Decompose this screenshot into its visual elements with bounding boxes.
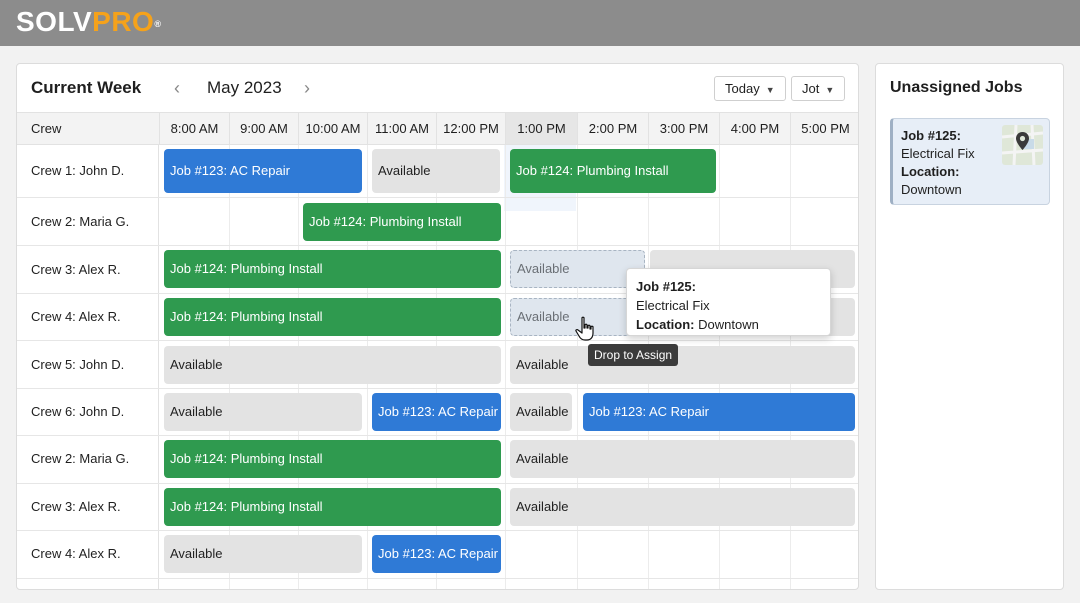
drop-target-slot[interactable]: Available bbox=[510, 250, 645, 288]
chevron-down-icon: ▼ bbox=[765, 85, 775, 95]
job-block-ac-repair[interactable]: Job #123: AC Repair bbox=[372, 393, 501, 431]
divider bbox=[17, 245, 858, 246]
map-pin-icon bbox=[1002, 125, 1043, 165]
job-block-plumbing[interactable]: Job #124: Plumbing Install bbox=[164, 298, 501, 336]
available-slot[interactable]: Available bbox=[510, 488, 855, 526]
time-header: 8:00 AM bbox=[159, 113, 229, 144]
job-block-plumbing[interactable]: Job #124: Plumbing Install bbox=[164, 250, 501, 288]
divider bbox=[505, 145, 506, 589]
today-dropdown[interactable]: Today ▼ bbox=[714, 76, 786, 101]
crew-label: Crew 2: Maria G. bbox=[31, 451, 130, 466]
divider bbox=[17, 578, 858, 579]
job-block-ac-repair[interactable]: Job #123: AC Repair bbox=[164, 149, 362, 193]
time-header: 12:00 PM bbox=[436, 113, 505, 144]
chevron-down-icon: ▼ bbox=[825, 85, 835, 95]
crew-label: Crew 1: John D. bbox=[31, 163, 125, 178]
job-block-plumbing[interactable]: Job #124: Plumbing Install bbox=[164, 440, 501, 478]
time-header: 3:00 PM bbox=[648, 113, 719, 144]
location-value: Downtown bbox=[901, 182, 962, 197]
location-label: Location: bbox=[901, 164, 960, 179]
job-block-plumbing[interactable]: Job #124: Plumbing Install bbox=[164, 488, 501, 526]
unassigned-jobs-panel: Unassigned Jobs Job #125: Electrical Fix… bbox=[875, 63, 1064, 590]
available-slot[interactable]: Available bbox=[510, 440, 855, 478]
divider bbox=[17, 197, 858, 198]
crew-label: Crew 3: Alex R. bbox=[31, 262, 121, 277]
time-header: 4:00 PM bbox=[719, 113, 790, 144]
hand-cursor-icon bbox=[575, 316, 594, 341]
crew-label: Crew 2: Maria G. bbox=[31, 214, 130, 229]
crew-label: Crew 6: John D. bbox=[31, 404, 125, 419]
time-header: 2:00 PM bbox=[577, 113, 648, 144]
available-slot[interactable]: Available bbox=[372, 149, 500, 193]
schedule-grid: Crew 8:00 AM 9:00 AM 10:00 AM 11:00 AM 1… bbox=[17, 112, 858, 589]
time-header: 5:00 PM bbox=[790, 113, 858, 144]
job-block-plumbing[interactable]: Job #124: Plumbing Install bbox=[510, 149, 716, 193]
view-dropdown[interactable]: Jot ▼ bbox=[791, 76, 846, 101]
time-header: 1:00 PM bbox=[505, 113, 577, 144]
job-block-ac-repair[interactable]: Job #123: AC Repair bbox=[583, 393, 855, 431]
divider bbox=[158, 145, 159, 589]
available-slot[interactable]: Available bbox=[510, 393, 572, 431]
chevron-left-icon[interactable]: ‹ bbox=[174, 78, 180, 98]
time-header: 11:00 AM bbox=[367, 113, 436, 144]
page-title: Current Week bbox=[31, 78, 142, 97]
crew-column-header: Crew bbox=[31, 121, 62, 136]
job-block-ac-repair[interactable]: Job #123: AC Repair bbox=[372, 535, 501, 573]
divider bbox=[17, 388, 858, 389]
available-slot[interactable]: Available bbox=[164, 535, 362, 573]
crew-label: Crew 4: Alex R. bbox=[31, 546, 121, 561]
job-block-plumbing[interactable]: Job #124: Plumbing Install bbox=[303, 203, 501, 241]
time-header: 9:00 AM bbox=[229, 113, 298, 144]
available-slot[interactable]: Available bbox=[510, 346, 855, 384]
crew-label: Crew 4: Alex R. bbox=[31, 309, 121, 324]
crew-label: Crew 3: Alex R. bbox=[31, 499, 121, 514]
time-header: 10:00 AM bbox=[298, 113, 367, 144]
divider bbox=[17, 483, 858, 484]
unassigned-job-card[interactable]: Job #125: Electrical Fix Location: Downt… bbox=[890, 118, 1050, 205]
available-slot[interactable]: Available bbox=[164, 346, 501, 384]
unassigned-jobs-title: Unassigned Jobs bbox=[890, 79, 1023, 96]
top-bar: SOLVPRO® bbox=[0, 0, 1080, 46]
available-slot[interactable]: Available bbox=[164, 393, 362, 431]
divider bbox=[17, 340, 858, 341]
chevron-right-icon[interactable]: › bbox=[304, 78, 310, 98]
schedule-header: Current Week ‹ May 2023 › Today ▼ Jot ▼ bbox=[17, 64, 858, 112]
divider bbox=[17, 435, 858, 436]
solvpro-logo: SOLVPRO® bbox=[16, 6, 162, 37]
drag-preview-card: Job #125: Electrical Fix Location: Downt… bbox=[626, 268, 831, 336]
crew-label: Crew 5: John D. bbox=[31, 357, 125, 372]
divider bbox=[17, 530, 858, 531]
drop-to-assign-tooltip: Drop to Assign bbox=[588, 344, 679, 366]
time-header-row: Crew 8:00 AM 9:00 AM 10:00 AM 11:00 AM 1… bbox=[17, 112, 858, 145]
month-label: May 2023 bbox=[207, 78, 282, 97]
